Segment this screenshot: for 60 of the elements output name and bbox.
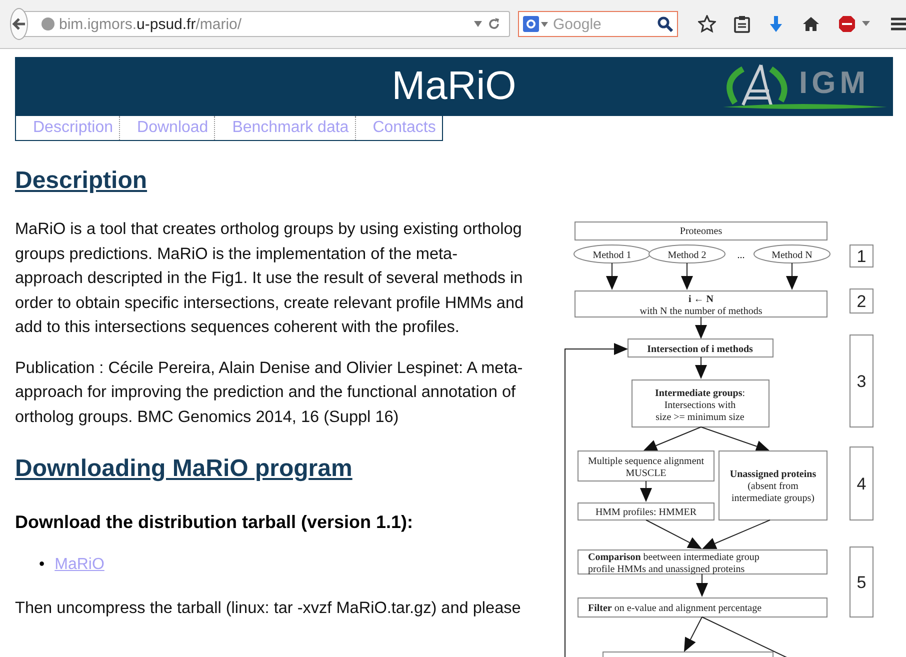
- search-engine-icon: [523, 16, 549, 32]
- ellipsis: ...: [737, 250, 745, 261]
- menu-icon[interactable]: [890, 16, 906, 32]
- flow-box: Comparison beetween intermediate group profile HMMs and unassigned proteins: [578, 550, 828, 575]
- nav-link[interactable]: Benchmark data: [214, 116, 355, 140]
- arrow: [684, 616, 702, 652]
- flow-box: HMM profiles: HMMER: [578, 502, 714, 520]
- flow-box: Filter on e-value and alignment percentage: [578, 598, 828, 618]
- arrow: [606, 262, 618, 290]
- globe-icon: [41, 17, 55, 31]
- nav-link[interactable]: Contacts: [354, 116, 442, 140]
- step-number: 5: [850, 546, 874, 618]
- home-icon[interactable]: [802, 16, 820, 32]
- arrow: [681, 262, 693, 290]
- step-number: 1: [850, 244, 874, 268]
- star-icon[interactable]: [698, 15, 716, 33]
- dropdown-icon[interactable]: [473, 20, 483, 28]
- back-button[interactable]: [10, 8, 28, 40]
- flow-box: Unassigned proteins (absent from intermediate groups): [718, 450, 828, 520]
- arrow: [786, 262, 798, 290]
- arrow: [643, 426, 702, 452]
- arrow: [640, 480, 652, 502]
- subheading: Download the distribution tarball (version 1.1):: [15, 512, 414, 533]
- bullet: •: [39, 555, 45, 575]
- step-number: 4: [850, 446, 874, 520]
- paragraph: Then uncompress the tarball (linux: tar -xvzf MaRiO.tar.gz) and please: [15, 598, 522, 619]
- paragraph: MaRiO is a tool that creates ortholog groups by using existing ortholog groups predictions. MaRiO is the implementation of the meta-approach descripted in the Fig1. It use the result of several methods in order to obtain specific intersections, create relevant profile HMMs and add to this intersections sequences coherent with the profiles.: [15, 219, 524, 338]
- logo-text: IGM: [799, 65, 870, 101]
- reload-icon[interactable]: [487, 17, 501, 31]
- file-link[interactable]: MaRiO: [54, 553, 104, 577]
- address-bar[interactable]: bim.igmors.u-psud.fr/mario/: [22, 11, 510, 37]
- section-heading: Downloading MaRiO program: [15, 455, 354, 483]
- arrow: [695, 316, 707, 339]
- arrow: [696, 574, 708, 597]
- step-number: 2: [850, 288, 874, 314]
- url-text: bim.igmors.u-psud.fr/mario/: [59, 16, 243, 32]
- section-heading: Description: [15, 167, 148, 195]
- flow-box: i ← N with N the number of methods: [574, 290, 828, 318]
- arrow: [700, 426, 770, 452]
- step-number: 3: [850, 334, 874, 428]
- nav-link[interactable]: Description: [16, 116, 120, 140]
- arrow: [646, 520, 702, 549]
- method-ellipse: Method N: [754, 244, 830, 264]
- clipboard-icon[interactable]: [734, 15, 750, 33]
- flow-box: Intersection of i methods: [628, 338, 774, 358]
- method-ellipse: Method 1: [574, 244, 650, 264]
- arrow: [695, 356, 707, 379]
- site-title: MaRiO: [392, 64, 516, 109]
- back-arrow-icon: [11, 16, 27, 32]
- method-ellipse: Method 2: [648, 244, 726, 264]
- nav-link[interactable]: Download: [119, 116, 214, 140]
- arrow: [702, 520, 770, 550]
- search-field[interactable]: Google: [518, 11, 678, 37]
- block-icon[interactable]: [838, 15, 872, 33]
- flow-box: Proteomes: [574, 222, 828, 240]
- paragraph: Publication : Cécile Pereira, Alain Denise and Olivier Lespinet: A meta-approach for improving the prediction and the functional annotation of ortholog groups. BMC Genomics 2014, 16 (Suppl 16): [15, 358, 524, 428]
- search-icon[interactable]: [657, 16, 673, 32]
- flow-box: Multiple sequence alignment MUSCLE: [578, 450, 714, 482]
- flow-box: Intermediate groups: Intersections with size >= minimum size: [632, 380, 770, 428]
- download-icon[interactable]: [768, 15, 784, 33]
